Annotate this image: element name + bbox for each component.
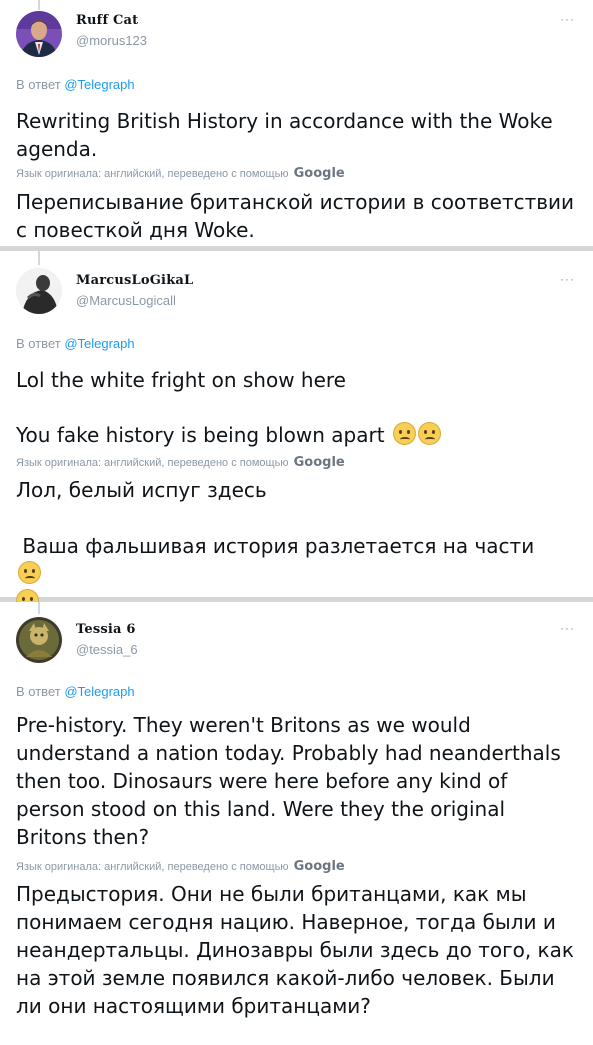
reply-prefix: В ответ <box>16 684 61 699</box>
translation-label: Язык оригинала: английский, переведено с… <box>16 457 289 469</box>
avatar[interactable] <box>16 268 62 314</box>
translated-text-line: Лол, белый испуг здесь <box>16 478 267 502</box>
translated-text: Лол, белый испуг здесь <box>16 476 581 504</box>
avatar[interactable] <box>16 11 62 57</box>
reply-context: В ответ @Telegraph <box>16 684 135 699</box>
thread-line <box>38 602 40 614</box>
translation-note: Язык оригинала: английский, переведено с… <box>16 166 345 181</box>
reply-prefix: В ответ <box>16 336 61 351</box>
username[interactable]: @MarcusLogicall <box>76 293 176 308</box>
woozy-face-emoji <box>18 561 41 584</box>
thread-line <box>38 0 40 10</box>
mention-link[interactable]: @Telegraph <box>64 684 134 699</box>
translation-label: Язык оригинала: английский, переведено с… <box>16 168 289 180</box>
translated-text-line: Ваша фальшивая история разлетается на ча… <box>22 534 535 558</box>
reply-context: В ответ @Telegraph <box>16 336 135 351</box>
google-logo: Google <box>293 166 345 181</box>
woozy-face-emoji <box>392 422 416 445</box>
tweet-text: Pre-history. They weren't Britons as we … <box>16 713 561 849</box>
translation-note: Язык оригинала: английский, переведено с… <box>16 455 345 470</box>
tweet-text-line: Lol the white fright on show here <box>16 368 346 392</box>
thread-line <box>38 251 40 265</box>
username[interactable]: @morus123 <box>76 33 147 48</box>
avatar[interactable] <box>16 617 62 663</box>
username[interactable]: @tessia_6 <box>76 642 138 657</box>
mention-link[interactable]: @Telegraph <box>64 77 134 92</box>
google-logo: Google <box>293 859 345 874</box>
tweet-text-line: You fake history is being blown apart <box>16 423 385 447</box>
translation-note: Язык оригинала: английский, переведено с… <box>16 859 345 874</box>
google-logo: Google <box>293 455 345 470</box>
translated-text: Переписывание британской истории в соотв… <box>16 190 575 242</box>
display-name[interactable]: Ruff Cat <box>76 13 138 28</box>
tweet[interactable]: Ruff Cat @morus123 ··· В ответ @Telegrap… <box>0 0 593 246</box>
tweet[interactable]: MarcusLoGikaL @MarcusLogicall ··· В отве… <box>0 251 593 612</box>
display-name[interactable]: MarcusLoGikaL <box>76 273 193 288</box>
woozy-face-emoji <box>417 422 441 445</box>
more-options-icon[interactable]: ··· <box>560 621 575 635</box>
mention-link[interactable]: @Telegraph <box>64 336 134 351</box>
tweet-text: You fake history is being blown apart <box>16 421 581 449</box>
tweet-text: Lol the white fright on show here <box>16 366 581 394</box>
more-options-icon[interactable]: ··· <box>560 272 575 286</box>
tweet[interactable]: Tessia 6 @tessia_6 ··· В ответ @Telegrap… <box>0 602 593 1045</box>
translated-text: Предыстория. Они не были британцами, как… <box>16 882 574 1018</box>
tweet-text: Rewriting British History in accordance … <box>16 109 553 161</box>
display-name[interactable]: Tessia 6 <box>76 622 136 637</box>
reply-context: В ответ @Telegraph <box>16 77 135 92</box>
reply-prefix: В ответ <box>16 77 61 92</box>
more-options-icon[interactable]: ··· <box>560 12 575 26</box>
translation-label: Язык оригинала: английский, переведено с… <box>16 861 289 873</box>
